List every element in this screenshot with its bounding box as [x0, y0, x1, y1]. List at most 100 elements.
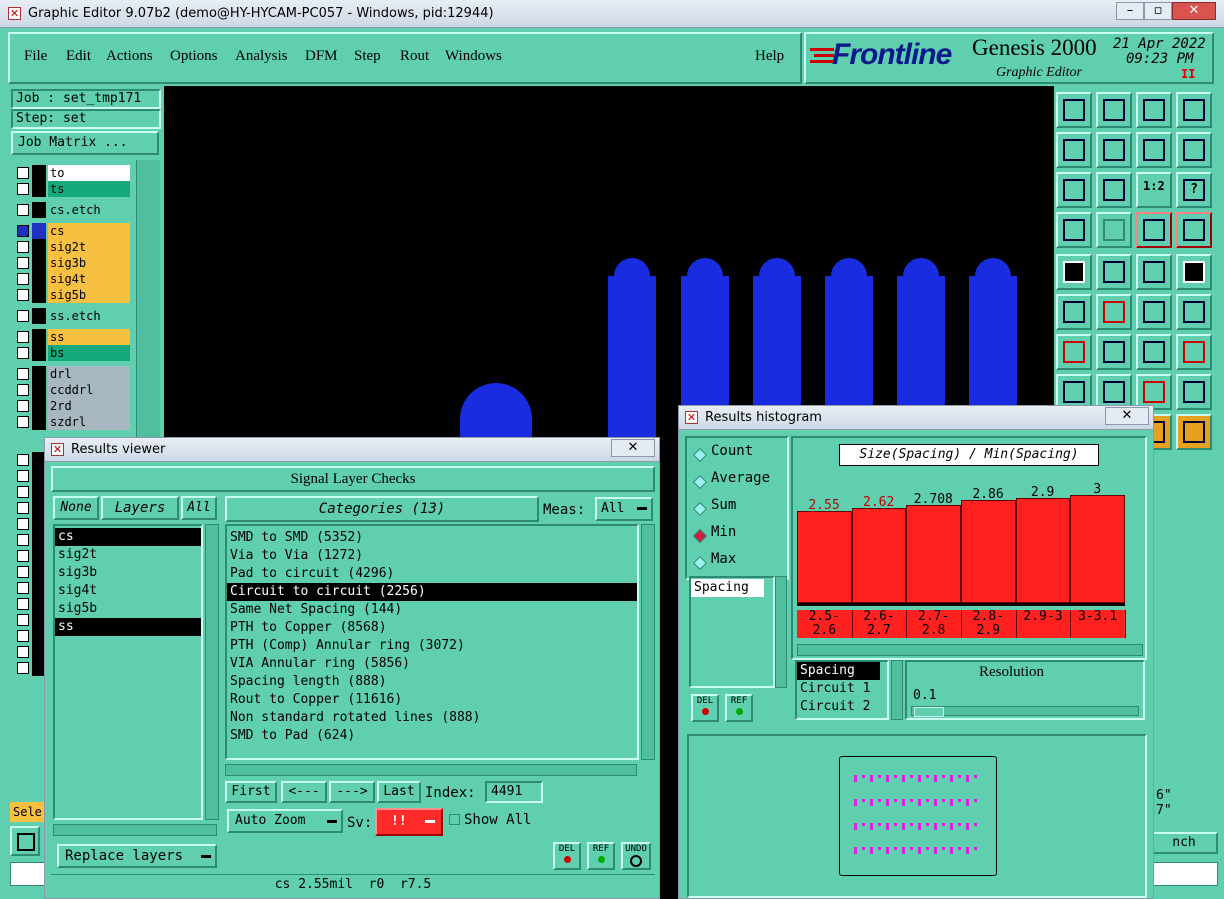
menu-rout[interactable]: Rout [400, 48, 429, 65]
histogram-close-button[interactable]: ✕ [1105, 407, 1149, 425]
layer-checkbox[interactable] [17, 257, 29, 269]
layer-name[interactable]: sig4t [48, 271, 130, 287]
board-preview[interactable] [839, 756, 997, 876]
window-tool-button[interactable] [1176, 92, 1212, 128]
layer-name[interactable]: 2rd [48, 398, 130, 414]
pad-tool-button[interactable] [1176, 254, 1212, 290]
layer-checkbox[interactable] [17, 384, 29, 396]
layer-state-cell[interactable] [32, 181, 46, 197]
layer-checkbox[interactable] [17, 502, 29, 514]
layer-name[interactable]: sig5b [48, 287, 130, 303]
zoom-fit-tool-button[interactable] [1056, 172, 1092, 208]
ruler-tool-button[interactable] [1136, 254, 1172, 290]
home-tool-button[interactable] [1136, 92, 1172, 128]
meas-list-item[interactable]: Spacing [691, 579, 764, 597]
mode-radio-average[interactable] [692, 474, 708, 490]
layers-list-hscrollbar[interactable] [53, 824, 217, 836]
layer-name[interactable]: ts [48, 181, 130, 197]
category-list-item[interactable]: Spacing length (888) [227, 673, 637, 691]
layer-state-cell[interactable] [32, 271, 46, 287]
field-list-item[interactable]: Circuit 2 [797, 698, 880, 716]
histogram-titlebar[interactable]: ✕ Results histogram ✕ [679, 406, 1153, 430]
menu-file[interactable]: File [24, 48, 47, 65]
launch-button[interactable]: nch [1150, 832, 1218, 854]
layer-checkbox[interactable] [17, 183, 29, 195]
category-list-item[interactable]: Rout to Copper (11616) [227, 691, 637, 709]
menu-actions[interactable]: Actions [106, 48, 153, 65]
arc-tool-button[interactable] [1136, 334, 1172, 370]
histogram-bar[interactable] [1070, 494, 1125, 603]
category-list-item[interactable]: VIA Annular ring (5856) [227, 655, 637, 673]
field-list-item[interactable]: Spacing [797, 662, 880, 680]
menu-dfm[interactable]: DFM [305, 48, 338, 65]
flip-tool-button[interactable] [1176, 334, 1212, 370]
menu-edit[interactable]: Edit [66, 48, 91, 65]
layer-name[interactable]: sig3b [48, 255, 130, 271]
layer-list-item[interactable]: cs [55, 528, 201, 546]
layer-checkbox[interactable] [17, 598, 29, 610]
layer-checkbox[interactable] [17, 550, 29, 562]
job-matrix-button[interactable]: Job Matrix ... [11, 131, 159, 155]
category-list-item[interactable]: PTH (Comp) Annular ring (3072) [227, 637, 637, 655]
help-tool-button[interactable]: ? [1176, 172, 1212, 208]
select-box-tool-button[interactable] [1056, 254, 1092, 290]
zoom-ratio-tool-button[interactable]: 1:2 [1136, 172, 1172, 208]
meas-select[interactable]: All [595, 497, 653, 521]
layer-list-item[interactable]: ss [55, 618, 201, 636]
layer-name[interactable]: ccddrl [48, 382, 130, 398]
right-edge-input[interactable] [1150, 862, 1218, 886]
layer-state-cell[interactable] [32, 223, 46, 239]
connect-tool-button[interactable] [1056, 294, 1092, 330]
category-list-item[interactable]: Circuit to circuit (2256) [227, 583, 637, 601]
menu-options[interactable]: Options [170, 48, 218, 65]
layer-checkbox[interactable] [17, 486, 29, 498]
resolution-slider[interactable] [911, 706, 1139, 717]
layer-state-cell[interactable] [32, 329, 46, 345]
zoom-home-tool-button[interactable] [1096, 172, 1132, 208]
layer-state-cell[interactable] [32, 165, 46, 181]
sele-label[interactable]: Sele [10, 802, 44, 822]
histogram-bar[interactable] [1015, 498, 1071, 603]
meas-listbox[interactable]: Spacing [689, 576, 775, 688]
layer-name[interactable]: ss.etch [48, 308, 130, 324]
snap-tool-button[interactable] [1176, 132, 1212, 168]
mode-radio-count[interactable] [692, 447, 708, 463]
layer-checkbox[interactable] [17, 470, 29, 482]
layer-checkbox[interactable] [17, 630, 29, 642]
hist-ref-button[interactable]: REF [725, 694, 753, 722]
mode-label-min[interactable]: Min [711, 524, 736, 540]
layer-state-cell[interactable] [32, 414, 46, 430]
category-list-item[interactable]: Same Net Spacing (144) [227, 601, 637, 619]
category-list-item[interactable]: SMD to SMD (5352) [227, 529, 637, 547]
layer-name[interactable]: drl [48, 366, 130, 382]
layer-checkbox[interactable] [17, 347, 29, 359]
layer-checkbox[interactable] [17, 534, 29, 546]
undo-button[interactable]: UNDO [621, 842, 651, 870]
pause-indicator[interactable]: II [1181, 67, 1195, 81]
resolution-slider-thumb[interactable] [914, 707, 944, 717]
open-job-tool-button[interactable] [1056, 92, 1092, 128]
histogram-bar[interactable] [961, 499, 1016, 603]
layer-checkbox[interactable] [17, 566, 29, 578]
layer-name[interactable]: cs.etch [48, 202, 130, 218]
next-button[interactable]: ---> [329, 781, 375, 803]
maximize-button[interactable]: ▫ [1144, 2, 1172, 20]
rotate-tool-button[interactable] [1096, 254, 1132, 290]
layer-name[interactable]: cs [48, 223, 130, 239]
mode-label-average[interactable]: Average [711, 470, 770, 486]
layer-checkbox[interactable] [17, 416, 29, 428]
mode-radio-min[interactable] [692, 528, 708, 544]
slash-line-tool-button[interactable] [1096, 334, 1132, 370]
del-button[interactable]: DEL [553, 842, 581, 870]
prev-button[interactable]: <--- [281, 781, 327, 803]
fields-scrollbar[interactable] [891, 660, 903, 720]
layer-checkbox[interactable] [17, 454, 29, 466]
close-button[interactable]: ✕ [1172, 2, 1216, 20]
layer-list-item[interactable]: sig2t [55, 546, 201, 564]
add-line-tool-button[interactable] [1176, 294, 1212, 330]
add-node-tool-button[interactable] [1136, 294, 1172, 330]
category-list-item[interactable]: PTH to Copper (8568) [227, 619, 637, 637]
left-input[interactable] [10, 862, 48, 886]
cut-line-tool-button[interactable] [1056, 334, 1092, 370]
layer-checkbox[interactable] [17, 400, 29, 412]
